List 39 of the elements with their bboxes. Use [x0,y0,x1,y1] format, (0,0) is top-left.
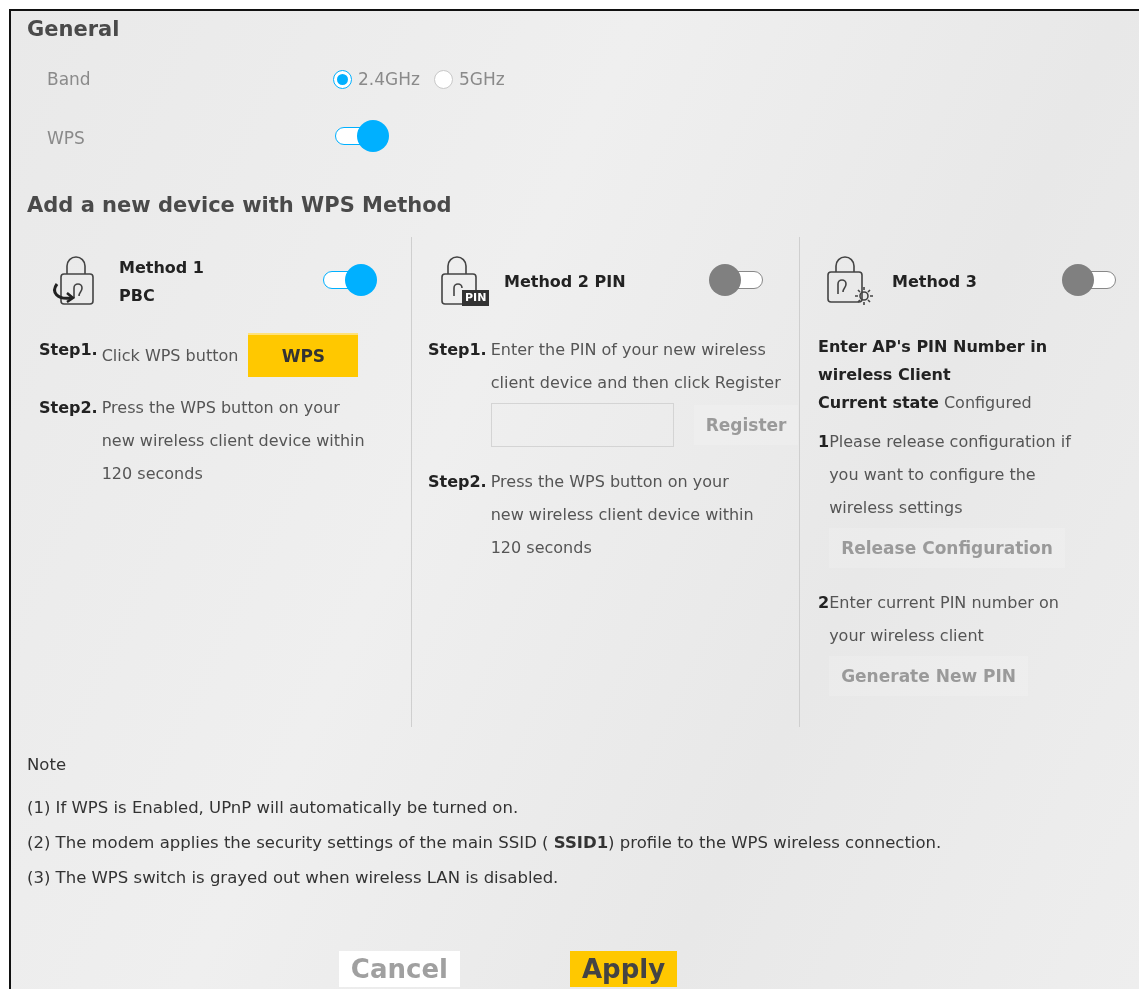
method-title: Method 3 [892,271,977,293]
wps-button[interactable]: WPS [248,333,359,377]
note-text: (1) If WPS is Enabled, UPnP will automatically be turned on. [27,797,520,819]
toggle-switch[interactable] [333,119,389,153]
item-number: 1 [818,431,830,453]
apply-button[interactable]: Apply [569,951,678,987]
item-number: 2 [818,592,830,614]
section-title: Add a new device with WPS Method [27,193,453,217]
step-label: Step1. [39,339,98,361]
toggle-switch[interactable] [321,263,377,297]
note-title: Note [27,755,68,774]
radio-button[interactable] [433,69,453,89]
cancel-button[interactable]: Cancel [338,951,460,987]
state-value: Configured [943,393,1032,412]
note-text: (3) The WPS switch is grayed out when wireless LAN is disabled. [27,867,560,889]
step-text: Enter the PIN of your new wireless client device and then click Register [490,340,781,392]
step-text: Press the WPS button on your new wireless client device within 120 seconds [490,472,754,557]
toggle-switch[interactable] [1062,263,1118,297]
step-label: Step2. [428,471,487,493]
method-title: Method 1 PBC [119,257,205,307]
step-label: Step2. [39,397,98,419]
radio-label[interactable]: 2.4GHz [358,69,420,89]
radio-label[interactable]: 5GHz [458,69,505,89]
method-title: Method 2 PIN [504,271,626,293]
band-label: Band [47,69,92,89]
step-text: Click WPS button [101,344,239,367]
item-text: Enter current PIN number on your wireless client [829,592,1060,647]
section-title: General [27,16,121,41]
radio-button[interactable] [333,69,352,89]
instruction-heading: Enter AP's PIN Number in wireless Client [818,336,1049,386]
note-text: (2) The modem applies the security settings of the main SSID ( SSID1) profile to the WPS wireless connection. [27,832,943,854]
step-label: Step1. [428,339,487,361]
state-label: Current state [818,393,939,412]
step-text: Press the WPS button on your new wireless client device within 120 seconds [101,398,365,483]
pin-input-field[interactable] [490,403,674,447]
pin-badge: PIN [462,290,490,306]
toggle-switch[interactable] [709,263,765,297]
wps-label: WPS [47,128,86,148]
item-text: Please release configuration if you want to configure the wireless settings [829,431,1073,519]
